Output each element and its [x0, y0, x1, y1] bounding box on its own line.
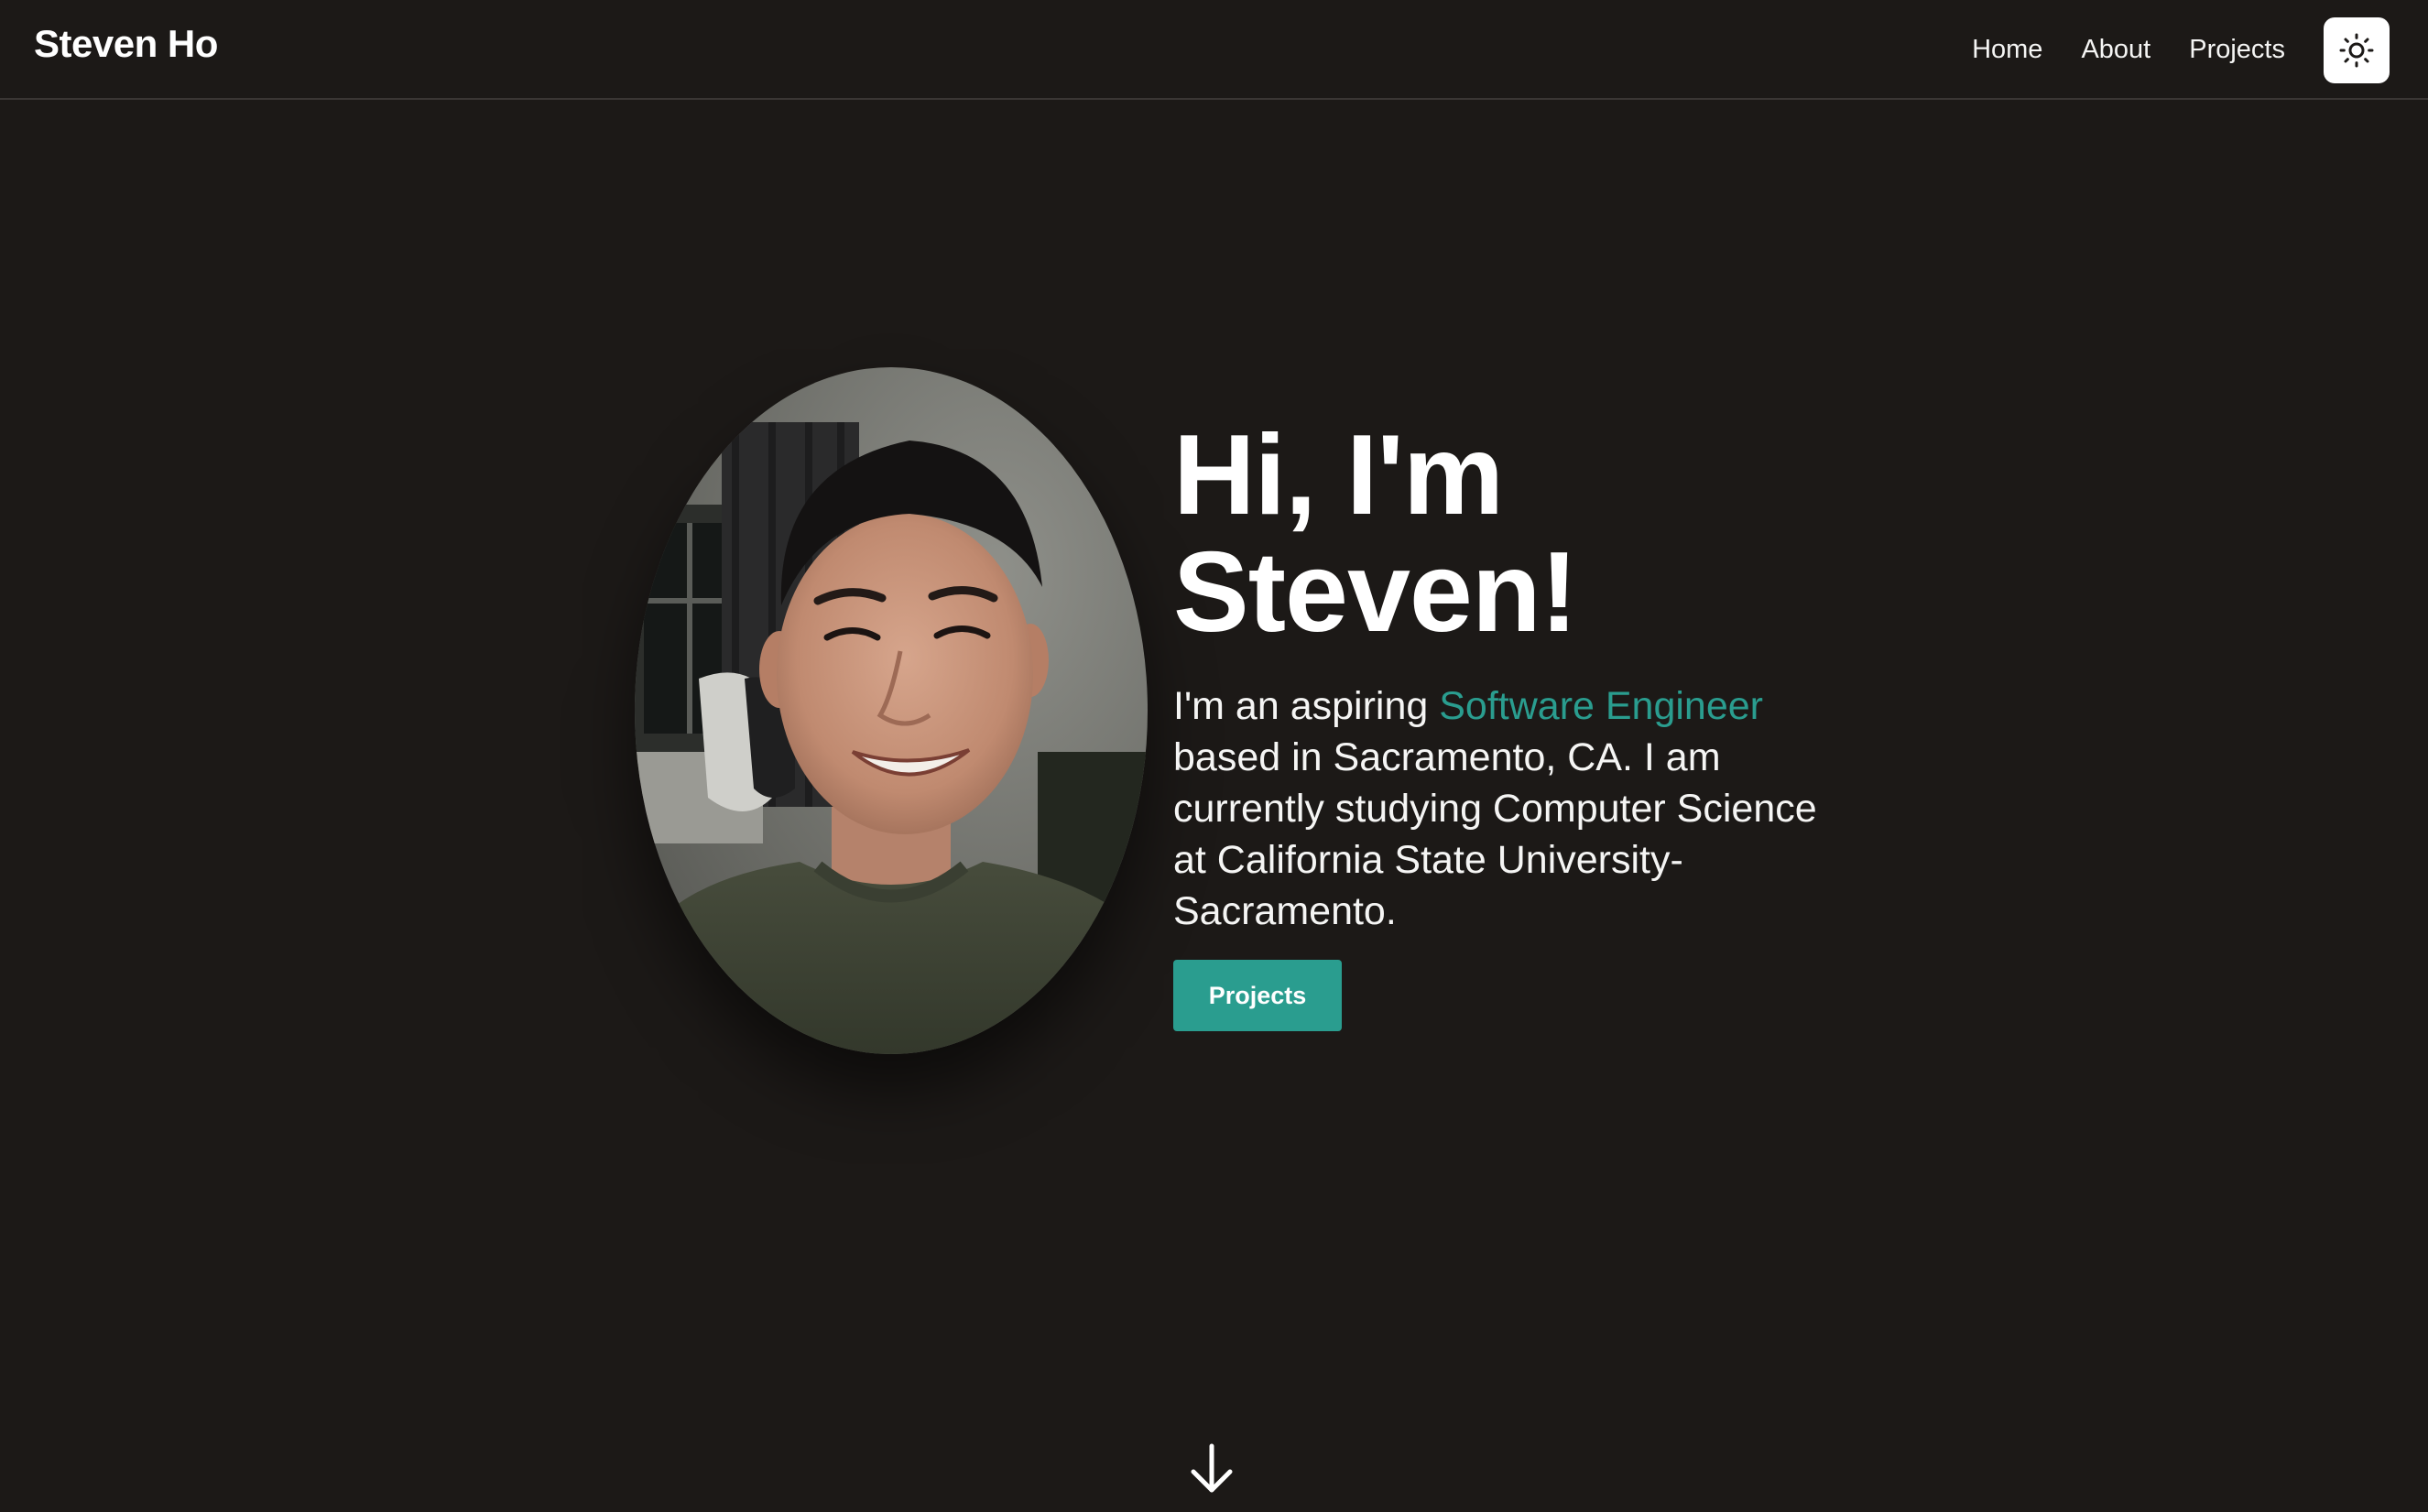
hero-title-line1: Hi, I'm [1173, 412, 1504, 538]
arrow-down-icon [1191, 1443, 1233, 1493]
nav-link-home[interactable]: Home [1972, 35, 2042, 65]
nav-links: Home About Projects [1972, 0, 2428, 100]
desc-prefix: I'm an aspiring [1173, 684, 1440, 728]
sun-icon [2339, 32, 2374, 68]
hero-section: Hi, I'm Steven! I'm an aspiring Software… [1173, 417, 1833, 1031]
desc-highlight: Software Engineer [1439, 684, 1763, 728]
scroll-down-button[interactable] [1188, 1442, 1236, 1496]
nav-link-about[interactable]: About [2081, 35, 2150, 65]
hero-description: I'm an aspiring Software Engineer based … [1173, 680, 1833, 937]
profile-photo [635, 367, 1148, 1054]
theme-toggle-button[interactable] [2324, 16, 2390, 83]
nav-link-projects[interactable]: Projects [2189, 35, 2285, 65]
hero-title-line2: Steven! [1173, 529, 1578, 656]
hero-title: Hi, I'm Steven! [1173, 417, 1833, 651]
desc-suffix: based in Sacramento, CA. I am currently … [1173, 735, 1817, 933]
projects-button[interactable]: Projects [1173, 960, 1342, 1031]
brand-logo[interactable]: Steven Ho [34, 18, 218, 70]
navbar: Steven Ho Home About Projects [0, 0, 2428, 100]
